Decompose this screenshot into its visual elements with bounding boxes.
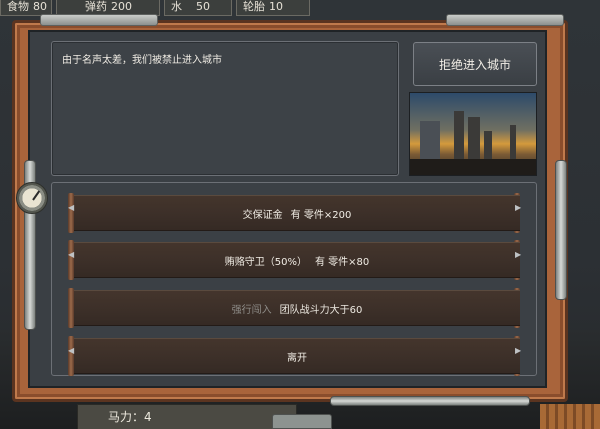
ground-silhouette (410, 159, 536, 175)
option-cost: 有 零件×200 (290, 209, 352, 221)
horsepower-readout: 马力：4 (108, 410, 152, 424)
resource-tires-value: 10 (269, 0, 283, 13)
option-requirement: 团队战斗力大于60 (279, 304, 363, 316)
resource-water-value: 50 (196, 0, 210, 13)
resource-ammo-value: 200 (111, 0, 132, 13)
pressure-gauge-icon (16, 182, 48, 214)
city-scene-image (409, 92, 537, 176)
rail-arrow-icon: ▶ (515, 250, 522, 259)
option-label: 离开 (287, 352, 307, 364)
bottom-tab (272, 414, 332, 429)
option-label: 贿赂守卫（50%） (224, 256, 307, 268)
option-bribe-guard[interactable]: 贿赂守卫（50%） 有 零件×80 (74, 242, 520, 278)
rail-arrow-icon: ◀ (68, 203, 75, 212)
resource-food-value: 80 (33, 0, 47, 13)
option-label: 交保证金 (242, 209, 283, 221)
ruined-tower (484, 131, 492, 161)
pipe-bottom (330, 396, 530, 406)
pipe-bracket-right (446, 14, 564, 26)
rail-arrow-icon: ◀ (68, 346, 75, 355)
resource-water-name: 水 (171, 0, 182, 13)
gear-decoration (540, 404, 600, 429)
option-force-entry[interactable]: 强行闯入 团队战斗力大于60 (74, 290, 520, 326)
resource-water: 水 50 (164, 0, 232, 16)
option-leave[interactable]: 离开 (74, 338, 520, 374)
pipe-bracket-left (40, 14, 158, 26)
pipe-right (555, 160, 567, 300)
resource-tires-name: 轮胎 (243, 0, 265, 13)
resource-tires: 轮胎 10 (236, 0, 310, 16)
ruined-tower (510, 125, 516, 161)
event-message: 由于名声太差，我们被禁止进入城市 (62, 55, 222, 66)
option-cost: 有 零件×80 (314, 256, 370, 268)
resource-food-name: 食物 (7, 0, 29, 13)
option-label: 强行闯入 (231, 304, 272, 316)
event-message-panel: 由于名声太差，我们被禁止进入城市 (51, 41, 399, 176)
rail-arrow-icon: ◀ (68, 250, 75, 259)
rail-arrow-icon: ▶ (515, 346, 522, 355)
refuse-entry-button[interactable]: 拒绝进入城市 (413, 42, 537, 86)
option-pay-deposit[interactable]: 交保证金 有 零件×200 (74, 195, 520, 231)
rail-arrow-icon: ▶ (515, 203, 522, 212)
ruined-building (420, 121, 440, 161)
ruined-tower (454, 111, 464, 161)
resource-ammo-name: 弹药 (85, 0, 107, 13)
ruined-tower (468, 117, 480, 161)
